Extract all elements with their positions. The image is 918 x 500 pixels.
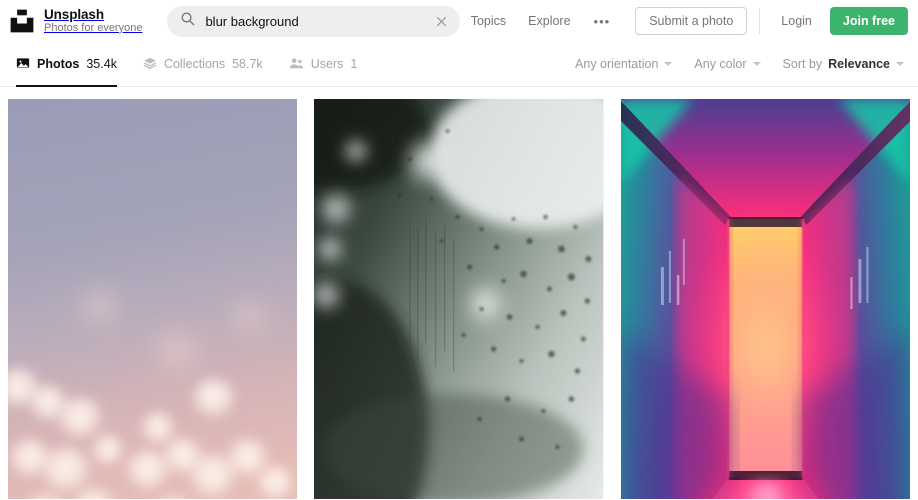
brand-tagline: Photos for everyone (44, 21, 143, 34)
join-free-button[interactable]: Join free (829, 7, 908, 35)
brand-home-link[interactable]: Unsplash Photos for everyone (9, 6, 143, 35)
nav-explore-link[interactable]: Explore (517, 8, 581, 34)
chevron-down-icon (752, 62, 761, 66)
nav-topics-link[interactable]: Topics (460, 8, 517, 34)
brand-name: Unsplash (44, 6, 104, 22)
tab-users[interactable]: Users 1 (289, 42, 358, 86)
photo-card-pink-lavender-bokeh-lights[interactable] (8, 99, 298, 499)
header-nav: Topics Explore ••• Submit a photo Login … (460, 7, 908, 35)
tab-collections-label: Collections (163, 57, 226, 71)
grid-column-3 (620, 99, 910, 499)
submit-photo-button[interactable]: Submit a photo (635, 7, 748, 35)
search-bar[interactable] (167, 5, 460, 37)
sort-by-label: Sort by (782, 57, 823, 71)
unsplash-camera-logo-icon (9, 8, 35, 34)
site-header: Unsplash Photos for everyone Topics Expl… (0, 0, 918, 42)
color-filter-label: Any color (694, 57, 747, 71)
result-tabs: Photos 35.4k Collections 58.7k Users 1 (16, 42, 358, 87)
header-divider (759, 8, 761, 34)
tab-photos-label: Photos (37, 57, 80, 71)
grid-column-2 (314, 99, 604, 499)
chevron-down-icon (896, 62, 904, 66)
tab-collections[interactable]: Collections 58.7k (143, 42, 263, 86)
photo-icon (16, 56, 30, 73)
grid-column-1 (8, 99, 298, 499)
users-icon (289, 56, 304, 73)
search-clear-button[interactable] (430, 9, 454, 33)
search-input[interactable] (205, 13, 430, 29)
filter-dropdowns: Any orientation Any color Sort by Releva… (575, 57, 904, 71)
photo-card-neon-corridor-gradient[interactable] (620, 99, 910, 499)
photo-results-grid (0, 87, 918, 499)
color-filter-dropdown[interactable]: Any color (694, 57, 761, 71)
sort-by-value: Relevance (828, 57, 890, 71)
search-filter-bar: Photos 35.4k Collections 58.7k Users 1 A… (0, 42, 918, 87)
login-link[interactable]: Login (772, 8, 821, 34)
ellipsis-icon[interactable]: ••• (582, 9, 623, 34)
orientation-filter-dropdown[interactable]: Any orientation (575, 57, 673, 71)
search-icon (180, 11, 195, 31)
tab-photos[interactable]: Photos 35.4k (16, 42, 117, 87)
photo-card-rainy-window-condensation[interactable] (314, 99, 604, 499)
tab-users-count: 1 (350, 57, 358, 71)
chevron-down-icon (664, 62, 673, 66)
layers-icon (143, 56, 157, 73)
tab-photos-count: 35.4k (86, 57, 117, 71)
tab-users-label: Users (310, 57, 344, 71)
tab-collections-count: 58.7k (232, 57, 263, 71)
sort-by-dropdown[interactable]: Sort by Relevance (783, 57, 904, 71)
orientation-filter-label: Any orientation (575, 57, 659, 71)
